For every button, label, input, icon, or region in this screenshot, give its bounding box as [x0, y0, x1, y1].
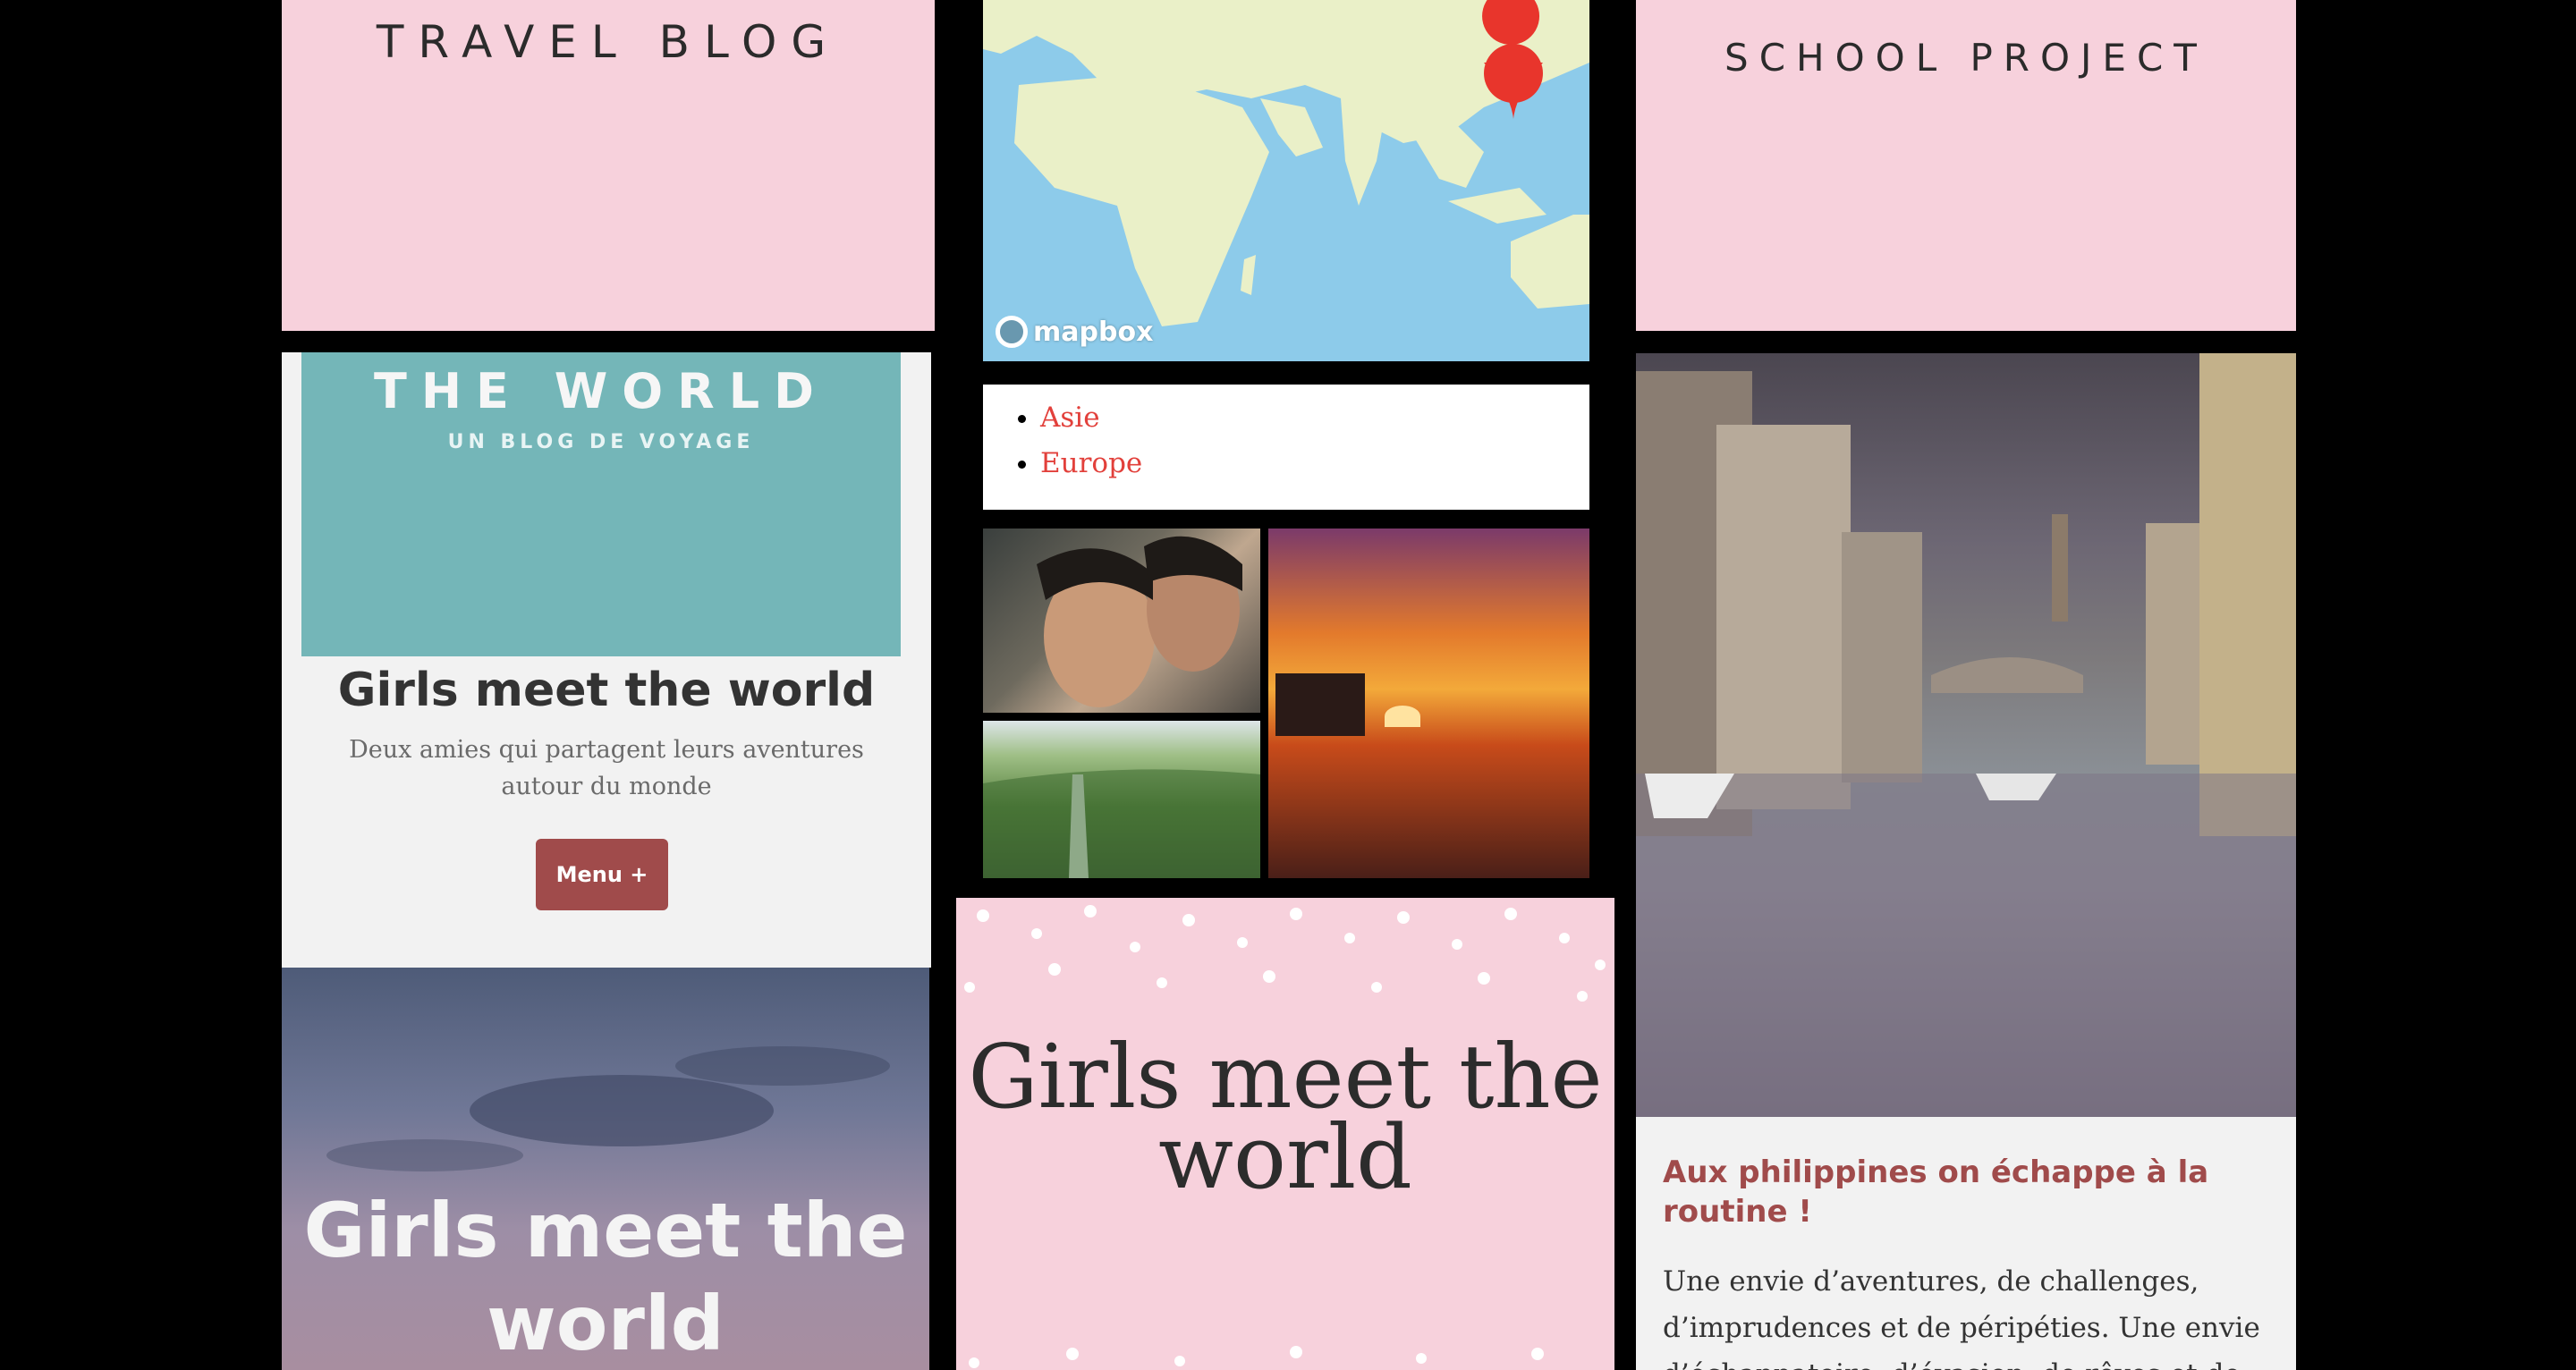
- region-list: Asie Europe: [983, 385, 1589, 510]
- sky-hero-card[interactable]: Girls meet the world: [282, 968, 929, 1370]
- mapbox-label: mapbox: [1033, 316, 1154, 348]
- blog-post-card: Aux philippines on échappe à la routine …: [1636, 1117, 2296, 1370]
- girls-meet-world-card[interactable]: Girls meet the world: [956, 898, 1614, 1370]
- list-item: Europe: [1040, 441, 1589, 486]
- region-link-asie[interactable]: Asie: [1040, 402, 1100, 434]
- venice-canal-photo[interactable]: [1636, 353, 2296, 1117]
- photo-sunset[interactable]: [1268, 529, 1589, 878]
- blog-title: Girls meet the world: [337, 664, 876, 717]
- post-excerpt: Une envie d’aventures, de challenges, d’…: [1663, 1265, 2267, 1370]
- blog-preview-card[interactable]: THE WORLD UN BLOG DE VOYAGE Girls meet t…: [282, 352, 931, 968]
- post-title-link[interactable]: Aux philippines on échappe à la routine …: [1663, 1153, 2269, 1231]
- map-landmasses: [983, 0, 1589, 326]
- photo-girls[interactable]: [983, 529, 1260, 713]
- blog-description: Deux amies qui partagent leurs aventures…: [349, 736, 864, 800]
- city-skyline: [1275, 673, 1365, 736]
- world-map[interactable]: mapbox: [983, 0, 1589, 361]
- mapbox-attribution[interactable]: mapbox: [996, 313, 1153, 351]
- photo-waterfall[interactable]: [983, 721, 1260, 878]
- list-item: Asie: [1040, 395, 1589, 441]
- menu-button[interactable]: Menu +: [536, 839, 668, 910]
- venice-shapes: [1636, 353, 2296, 1117]
- hero-subtitle: UN BLOG DE VOYAGE: [447, 431, 755, 453]
- travel-blog-title: TRAVEL BLOG: [376, 16, 841, 68]
- photo-girls-shapes: [1037, 536, 1242, 707]
- mapbox-logo-icon: [996, 316, 1028, 348]
- region-link-europe[interactable]: Europe: [1040, 447, 1142, 479]
- sun-shape: [1385, 706, 1420, 727]
- hero-title: THE WORLD: [374, 363, 828, 419]
- sky-hero-title: Girls meet the world: [303, 1187, 908, 1367]
- school-project-panel: SCHOOL PROJECT: [1636, 0, 2296, 331]
- dots-card-title: Girls meet the world: [968, 1027, 1603, 1209]
- blog-hero-banner: THE WORLD UN BLOG DE VOYAGE: [301, 352, 901, 656]
- travel-blog-panel: TRAVEL BLOG: [282, 0, 935, 331]
- school-project-title: SCHOOL PROJECT: [1724, 36, 2207, 80]
- photo-waterfall-shapes: [983, 769, 1260, 878]
